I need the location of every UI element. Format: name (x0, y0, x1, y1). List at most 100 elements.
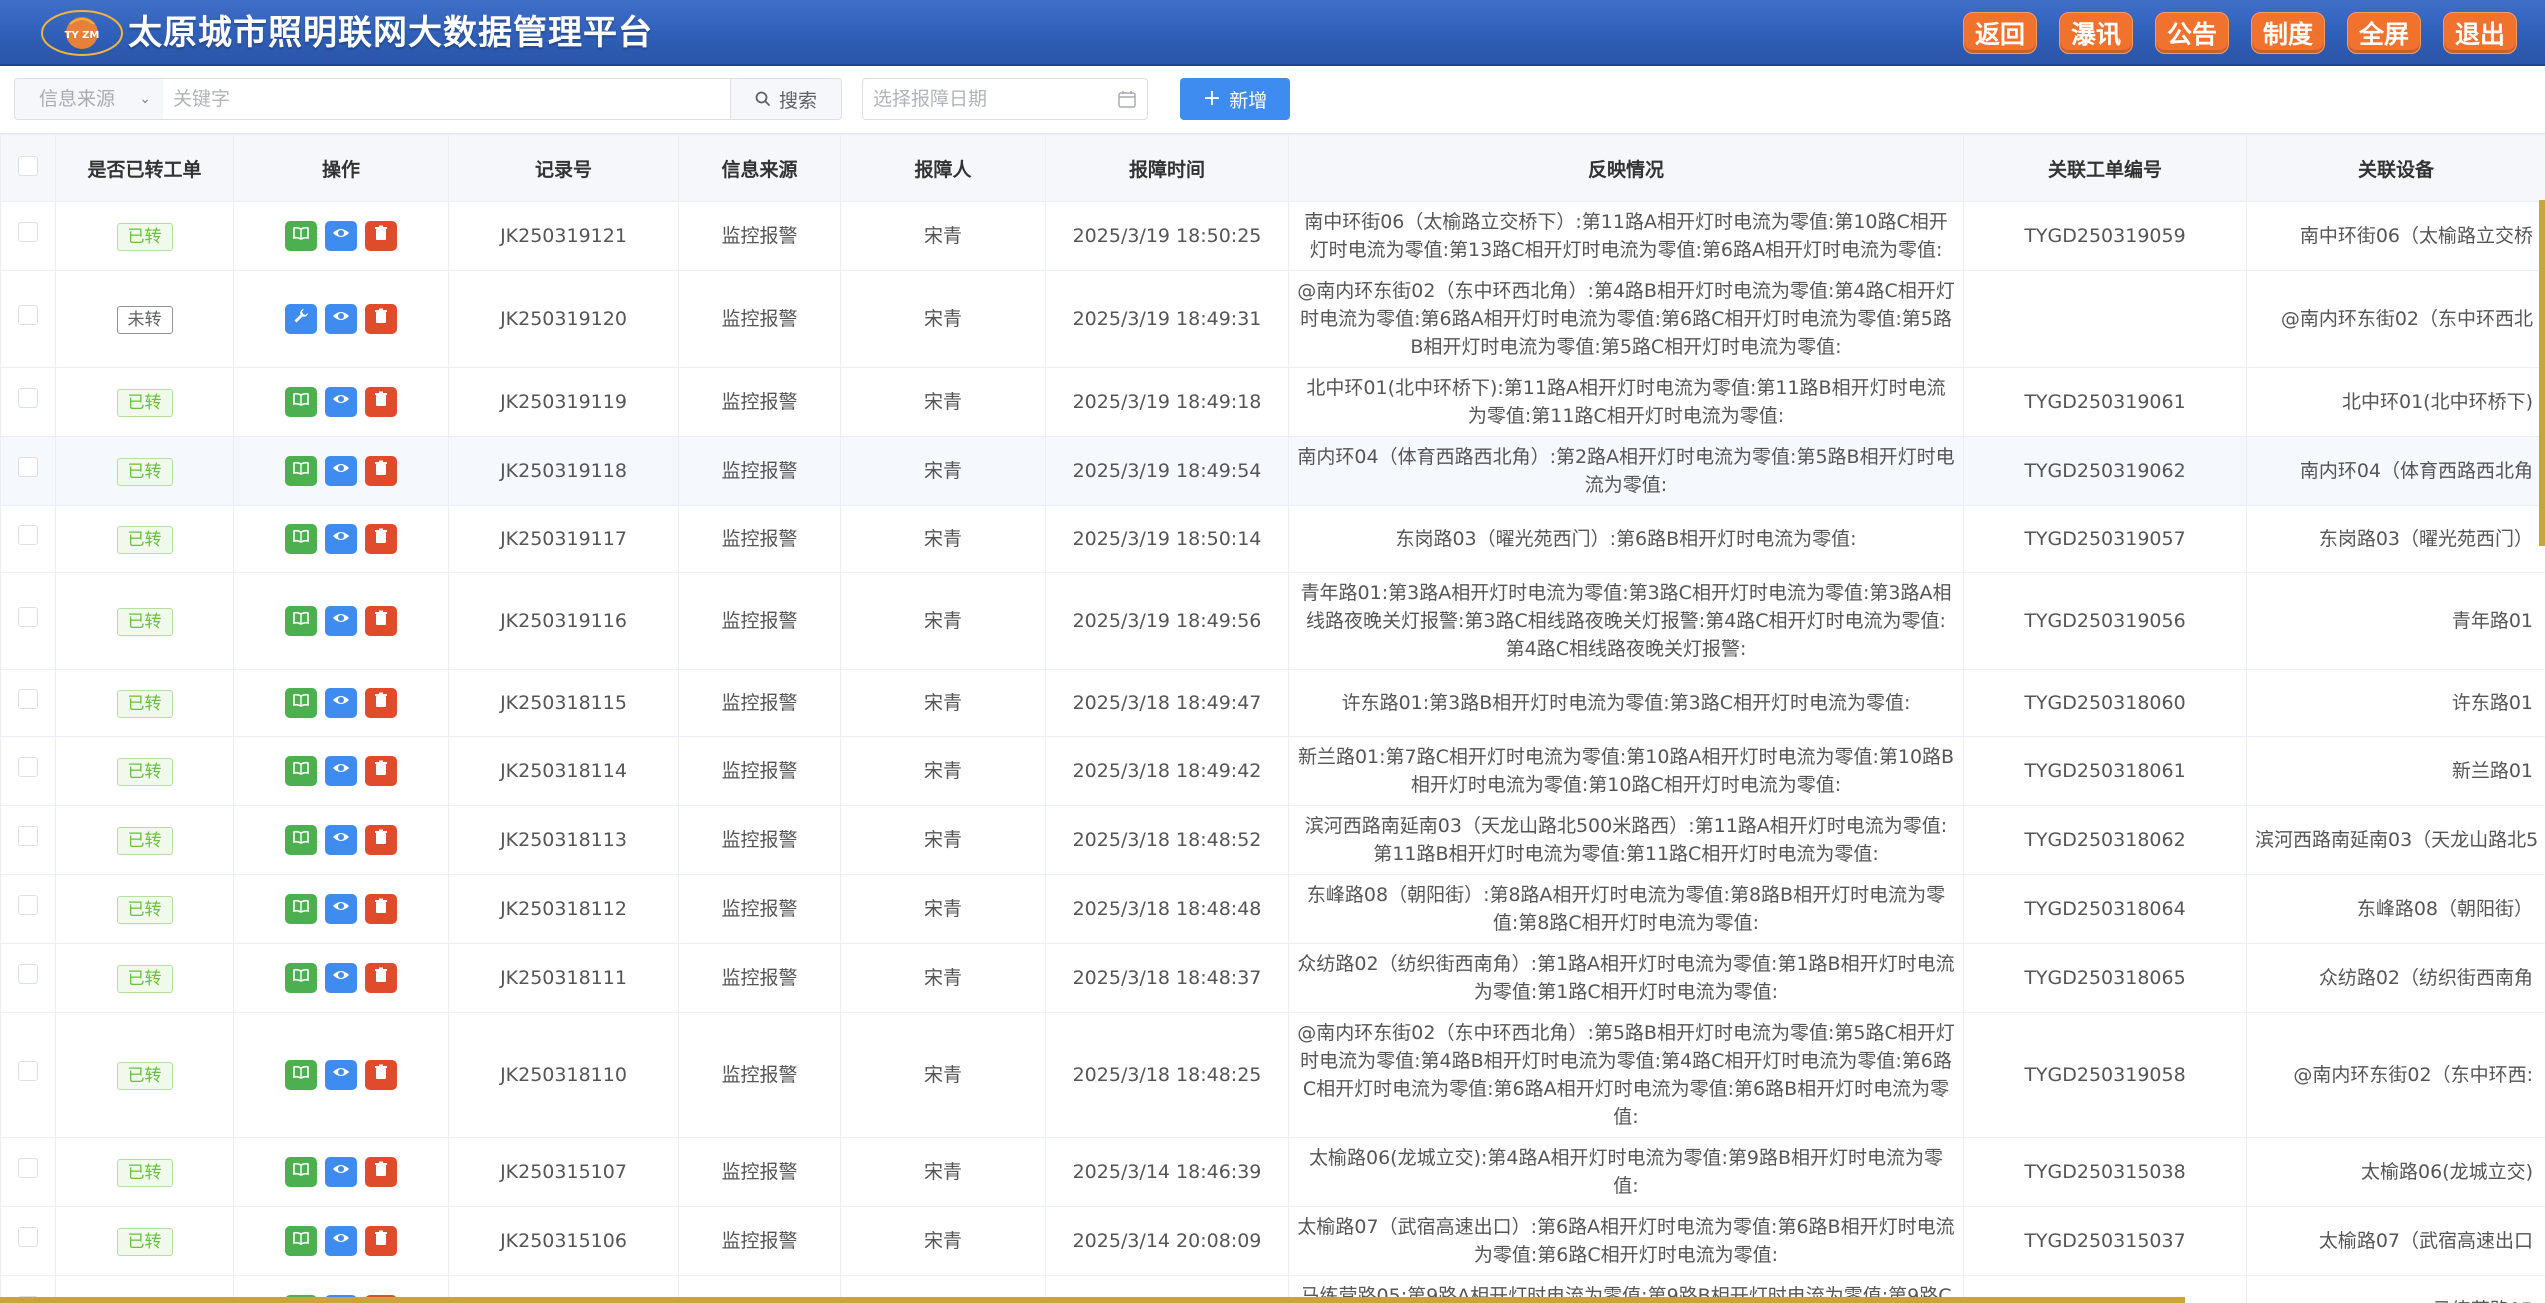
row-checkbox[interactable] (18, 388, 38, 408)
delete-button[interactable] (365, 387, 397, 417)
row-select-cell[interactable] (0, 943, 56, 1013)
view-detail-button[interactable] (325, 688, 357, 718)
view-detail-button[interactable] (325, 756, 357, 786)
table-row[interactable]: 已转 JK250318110 监控报警 宋青 2025/3/18 18:48:25 @南内… (0, 1012, 2545, 1138)
view-work-order-button[interactable] (285, 756, 317, 786)
row-checkbox[interactable] (18, 457, 38, 477)
row-checkbox[interactable] (18, 689, 38, 709)
view-detail-button[interactable] (325, 825, 357, 855)
select-all-cell[interactable] (0, 134, 56, 202)
delete-button[interactable] (365, 1157, 397, 1187)
table-row[interactable]: 已转 JK250319121 监控报警 宋青 2025/3/19 18:50:25 南中环… (0, 201, 2545, 271)
logout-button[interactable]: 退出 (2443, 12, 2517, 54)
view-work-order-button[interactable] (285, 1157, 317, 1187)
table-row[interactable]: 已转 JK250315106 监控报警 宋青 2025/3/14 20:08:09 太榆路… (0, 1206, 2545, 1276)
row-checkbox[interactable] (18, 305, 38, 325)
row-checkbox[interactable] (18, 826, 38, 846)
delete-button[interactable] (365, 606, 397, 636)
add-button[interactable]: + 新增 (1180, 78, 1290, 120)
delete-button[interactable] (365, 304, 397, 334)
process-button[interactable] (285, 304, 317, 334)
view-detail-button[interactable] (325, 304, 357, 334)
rules-button[interactable]: 制度 (2251, 12, 2325, 54)
row-checkbox[interactable] (18, 1061, 38, 1081)
view-work-order-button[interactable] (285, 221, 317, 251)
delete-button[interactable] (365, 825, 397, 855)
report-date-picker[interactable]: 选择报障日期 (862, 78, 1148, 120)
view-detail-button[interactable] (325, 387, 357, 417)
delete-button[interactable] (365, 756, 397, 786)
view-work-order-button[interactable] (285, 963, 317, 993)
row-select-cell[interactable] (0, 1206, 56, 1276)
row-select-cell[interactable] (0, 201, 56, 271)
row-select-cell[interactable] (0, 270, 56, 368)
view-detail-button[interactable] (325, 1226, 357, 1256)
view-work-order-button[interactable] (285, 606, 317, 636)
table-row[interactable]: 已转 JK250319118 监控报警 宋青 2025/3/19 18:49:54 南内环… (0, 436, 2545, 506)
view-detail-button[interactable] (325, 1060, 357, 1090)
table-row[interactable]: 已转 JK250319116 监控报警 宋青 2025/3/19 18:49:56 青年路… (0, 572, 2545, 670)
horizontal-scrollbar[interactable] (0, 1297, 2185, 1303)
table-row[interactable]: 未转 JK250319120 监控报警 宋青 2025/3/19 18:49:31 @南内… (0, 270, 2545, 368)
delete-button[interactable] (365, 963, 397, 993)
row-checkbox[interactable] (18, 525, 38, 545)
row-checkbox[interactable] (18, 895, 38, 915)
notice-button[interactable]: 公告 (2155, 12, 2229, 54)
table-row[interactable]: 已转 JK250318112 监控报警 宋青 2025/3/18 18:48:48 东峰路… (0, 874, 2545, 944)
row-select-cell[interactable] (0, 367, 56, 437)
row-checkbox[interactable] (18, 964, 38, 984)
view-detail-button[interactable] (325, 456, 357, 486)
row-select-cell[interactable] (0, 1137, 56, 1207)
delete-button[interactable] (365, 524, 397, 554)
row-select-cell[interactable] (0, 669, 56, 737)
table-row[interactable]: 已转 JK250318115 监控报警 宋青 2025/3/18 18:49:47 许东路… (0, 669, 2545, 737)
delete-button[interactable] (365, 894, 397, 924)
row-checkbox[interactable] (18, 1227, 38, 1247)
row-checkbox[interactable] (18, 607, 38, 627)
row-select-cell[interactable] (0, 736, 56, 806)
view-work-order-button[interactable] (285, 456, 317, 486)
row-select-cell[interactable] (0, 436, 56, 506)
table-row[interactable]: 已转 JK250318111 监控报警 宋青 2025/3/18 18:48:37 众纺路… (0, 943, 2545, 1013)
delete-button[interactable] (365, 688, 397, 718)
view-work-order-button[interactable] (285, 524, 317, 554)
delete-button[interactable] (365, 1060, 397, 1090)
row-checkbox[interactable] (18, 757, 38, 777)
back-button[interactable]: 返回 (1963, 12, 2037, 54)
row-checkbox[interactable] (18, 1158, 38, 1178)
row-select-cell[interactable] (0, 1012, 56, 1138)
row-checkbox[interactable] (18, 222, 38, 242)
record-table-container[interactable]: 是否已转工单 操作 记录号 信息来源 报障人 报障时间 反映情况 关联工单编号 关联设备 已转 J… (0, 134, 2545, 1303)
view-work-order-button[interactable] (285, 387, 317, 417)
news-button[interactable]: 瀑讯 (2059, 12, 2133, 54)
row-select-cell[interactable] (0, 874, 56, 944)
view-work-order-button[interactable] (285, 894, 317, 924)
table-row[interactable]: 已转 JK250315107 监控报警 宋青 2025/3/14 18:46:39 太榆路… (0, 1137, 2545, 1207)
view-detail-button[interactable] (325, 1157, 357, 1187)
row-select-cell[interactable] (0, 505, 56, 573)
source-select[interactable]: 信息来源 ⌄ (14, 78, 164, 120)
vertical-scrollbar[interactable] (2539, 200, 2545, 546)
row-select-cell[interactable] (0, 805, 56, 875)
keyword-input[interactable] (163, 78, 731, 120)
table-row[interactable]: 已转 JK250319117 监控报警 宋青 2025/3/19 18:50:14 东岗路… (0, 505, 2545, 573)
view-detail-button[interactable] (325, 606, 357, 636)
view-work-order-button[interactable] (285, 1226, 317, 1256)
view-detail-button[interactable] (325, 894, 357, 924)
fullscreen-button[interactable]: 全屏 (2347, 12, 2421, 54)
row-select-cell[interactable] (0, 572, 56, 670)
delete-button[interactable] (365, 1226, 397, 1256)
table-row[interactable]: 已转 JK250319119 监控报警 宋青 2025/3/19 18:49:18 北中环… (0, 367, 2545, 437)
view-work-order-button[interactable] (285, 825, 317, 855)
delete-button[interactable] (365, 221, 397, 251)
view-work-order-button[interactable] (285, 1060, 317, 1090)
view-detail-button[interactable] (325, 524, 357, 554)
search-button[interactable]: 搜索 (730, 78, 842, 120)
table-row[interactable]: 已转 JK250318114 监控报警 宋青 2025/3/18 18:49:42 新兰路… (0, 736, 2545, 806)
view-work-order-button[interactable] (285, 688, 317, 718)
view-detail-button[interactable] (325, 963, 357, 993)
select-all-checkbox[interactable] (18, 155, 38, 176)
table-row[interactable]: 已转 JK250318113 监控报警 宋青 2025/3/18 18:48:52 滨河西… (0, 805, 2545, 875)
view-detail-button[interactable] (325, 221, 357, 251)
delete-button[interactable] (365, 456, 397, 486)
